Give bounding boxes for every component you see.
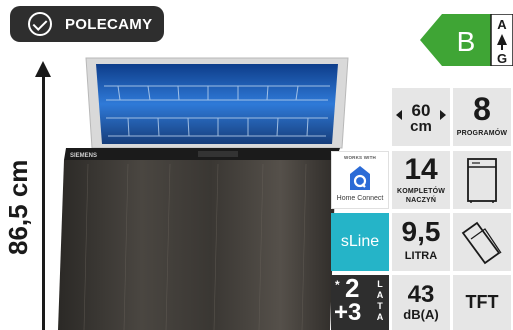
programs-value: 8 (473, 91, 491, 127)
energy-class-letter: B (457, 26, 476, 57)
warranty-label: LATA (376, 279, 384, 322)
water-label: LITRA (404, 250, 438, 262)
warranty-base: 2 (345, 273, 360, 303)
water-consumption-tile: 9,5 LITRA (392, 213, 450, 271)
place-settings-label-1: KOMPLETÓW (396, 188, 446, 195)
programs-label: PROGRAMÓW (456, 130, 508, 137)
noise-tile: 43 dB(A) (392, 275, 450, 330)
display-tile: TFT (453, 275, 511, 330)
noise-unit: dB(A) (403, 307, 439, 322)
place-settings-label-2: NACZYŃ (405, 197, 437, 204)
control-display (198, 151, 238, 157)
water-value: 9,5 (401, 216, 441, 247)
programs-tile: 8 PROGRAMÓW (453, 88, 511, 146)
display-label: TFT (465, 292, 499, 312)
warranty-extra: +3 (334, 299, 362, 326)
check-circle-icon (28, 12, 52, 36)
width-tile: 60 cm (392, 88, 450, 146)
recommended-badge: POLECAMY (10, 6, 164, 42)
height-arrow-line (42, 70, 45, 330)
dishwasher-interior (96, 64, 338, 144)
height-dimension: 86,5 cm (3, 159, 33, 255)
arrow-left-icon (396, 110, 402, 120)
noise-value: 43 (407, 281, 435, 308)
built-in-tile (453, 151, 511, 209)
dishwasher-door (58, 160, 336, 330)
energy-scale-top: A (497, 17, 507, 32)
brand-logo: SIEMENS (70, 153, 97, 159)
dishwasher-outline-icon (467, 158, 497, 203)
home-connect-icon (350, 166, 370, 190)
place-settings-tile: 14 KOMPLETÓW NACZYŃ (392, 151, 450, 209)
warranty-asterisk: * (335, 278, 340, 292)
place-settings-value: 14 (404, 153, 438, 186)
door-hinge-tile (453, 213, 511, 271)
width-unit: cm (410, 118, 432, 135)
home-connect-label: Home Connect (336, 195, 384, 202)
dishwasher-image: SIEMENS (58, 57, 349, 330)
home-connect-tile: WORKS WITH Home Connect (331, 151, 389, 209)
warranty-tile: * 2 +3 LATA (331, 275, 389, 330)
energy-class-label: B A G (420, 14, 513, 66)
sliding-door-icon (461, 221, 502, 265)
energy-scale-bottom: G (497, 51, 507, 66)
recommended-label: POLECAMY (65, 15, 153, 33)
series-label: sLine (340, 233, 380, 250)
arrow-right-icon (440, 110, 446, 120)
home-connect-prefix: WORKS WITH (344, 155, 376, 160)
series-tile: sLine (331, 213, 389, 271)
width-value: 60 (411, 101, 431, 120)
